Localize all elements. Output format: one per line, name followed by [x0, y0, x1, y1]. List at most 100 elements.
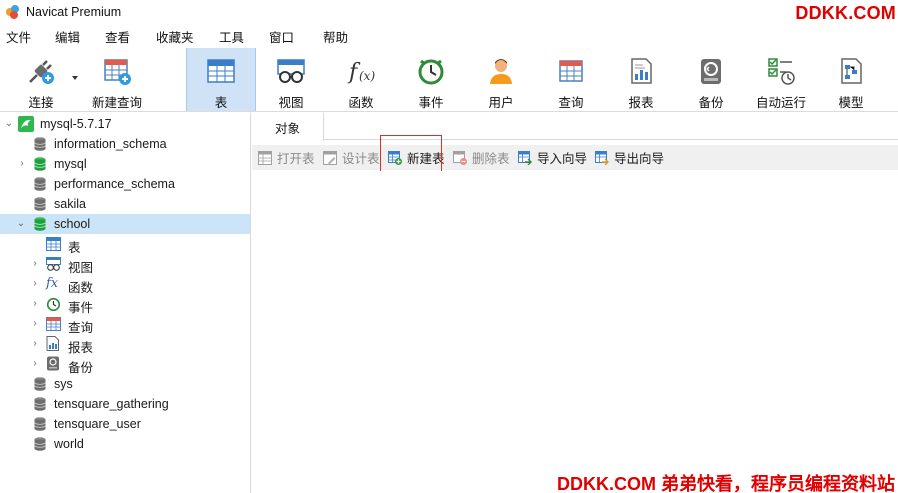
tree-school-events[interactable]: › 事件	[0, 294, 250, 315]
open-table-button[interactable]: 打开表	[258, 145, 315, 170]
toolbar-view-button[interactable]: 视图	[263, 48, 319, 111]
export-wizard-icon	[595, 150, 609, 165]
toolbar-function-label: 函数	[348, 96, 374, 110]
backup-icon	[696, 56, 726, 86]
import-wizard-icon	[518, 150, 532, 165]
toolbar-connection-button[interactable]: 连接	[16, 48, 66, 111]
model-icon	[836, 56, 866, 86]
design-table-icon	[323, 150, 337, 165]
connection-plug-icon	[26, 56, 56, 86]
tree-school-tables[interactable]: 表	[0, 234, 250, 255]
tree-db-performance-schema[interactable]: performance_schema	[0, 174, 250, 194]
tree-school-functions[interactable]: › fx 函数	[0, 274, 250, 295]
table-icon	[46, 237, 61, 254]
toolbar-new-query-label: 新建查询	[91, 96, 142, 110]
toolbar-query-button[interactable]: 查询	[543, 48, 599, 111]
tree-db-tensquare-gathering[interactable]: tensquare_gathering	[0, 394, 250, 414]
object-list-area[interactable]	[252, 171, 898, 493]
toolbar-auto-run-button[interactable]: 自动运行	[751, 48, 811, 111]
tree-db-mysql[interactable]: › mysql	[0, 154, 250, 174]
report-icon	[46, 336, 60, 354]
tab-objects[interactable]: 对象	[252, 113, 324, 141]
toolbar-backup-label: 备份	[698, 96, 724, 110]
tree-db-information-schema[interactable]: information_schema	[0, 134, 250, 154]
tree-school-views[interactable]: › 视图	[0, 254, 250, 275]
chevron-down-icon[interactable]: ⌄	[4, 119, 14, 129]
menu-file[interactable]: 文件	[6, 27, 31, 46]
import-wizard-button[interactable]: 导入向导	[518, 145, 587, 170]
delete-table-icon	[453, 150, 467, 165]
menu-bar: 文件 编辑 查看 收藏夹 工具 窗口 帮助	[0, 25, 898, 47]
tree-school-queries[interactable]: › 查询	[0, 314, 250, 335]
chevron-right-icon[interactable]: ›	[30, 339, 40, 349]
user-icon	[486, 56, 516, 86]
chevron-down-icon[interactable]: ⌄	[16, 219, 26, 229]
design-table-button[interactable]: 设计表	[323, 145, 380, 170]
event-clock-icon	[46, 297, 61, 314]
database-icon	[34, 197, 46, 211]
report-icon	[626, 56, 656, 86]
connection-name: mysql-5.7.17	[40, 117, 112, 131]
new-query-icon	[102, 56, 132, 86]
toolbar-user-button[interactable]: 用户	[473, 48, 529, 111]
toolbar-table-label: 表	[214, 96, 228, 110]
delete-table-label: 删除表	[472, 152, 510, 166]
toolbar-view-label: 视图	[278, 96, 304, 110]
toolbar-event-button[interactable]: 事件	[403, 48, 459, 111]
database-name: information_schema	[54, 137, 167, 151]
connection-dropdown-arrow-icon[interactable]	[72, 76, 78, 80]
toolbar-query-label: 查询	[558, 96, 584, 110]
mysql-connection-icon	[18, 116, 34, 132]
toolbar-report-button[interactable]: 报表	[613, 48, 669, 111]
database-icon	[34, 437, 46, 451]
delete-table-button[interactable]: 删除表	[453, 145, 510, 170]
chevron-right-icon[interactable]: ›	[30, 319, 40, 329]
chevron-right-icon[interactable]: ›	[30, 359, 40, 369]
menu-window[interactable]: 窗口	[269, 27, 294, 46]
chevron-right-icon[interactable]: ›	[30, 279, 40, 289]
toolbar-backup-button[interactable]: 备份	[683, 48, 739, 111]
toolbar-table-button[interactable]: 表	[186, 48, 256, 111]
chevron-right-icon[interactable]: ›	[30, 259, 40, 269]
import-wizard-label: 导入向导	[537, 152, 588, 166]
toolbar-model-button[interactable]: 模型	[823, 48, 879, 111]
open-table-label: 打开表	[277, 152, 315, 166]
tree-db-world[interactable]: world	[0, 434, 250, 454]
tree-connection-mysql[interactable]: ⌄ mysql-5.7.17	[0, 114, 250, 134]
tree-db-school[interactable]: ⌄ school	[0, 214, 250, 234]
database-name: school	[54, 217, 91, 231]
tree-db-tensquare-user[interactable]: tensquare_user	[0, 414, 250, 434]
toolbar-function-button[interactable]: f (x) 函数	[333, 48, 389, 111]
connection-tree: ⌄ mysql-5.7.17 information_schema › mysq…	[0, 113, 251, 493]
database-open-icon	[34, 157, 46, 171]
navicat-logo-icon	[6, 5, 20, 19]
database-icon	[34, 397, 46, 411]
view-icon	[46, 257, 61, 274]
menu-favorites[interactable]: 收藏夹	[156, 27, 194, 46]
table-icon	[206, 56, 236, 86]
new-table-highlight-annotation	[380, 135, 442, 173]
toolbar-connection-label: 连接	[28, 96, 54, 110]
function-icon: fx	[46, 276, 59, 291]
chevron-right-icon[interactable]: ›	[30, 299, 40, 309]
toolbar-event-label: 事件	[418, 96, 444, 110]
tree-db-sakila[interactable]: sakila	[0, 194, 250, 214]
export-wizard-button[interactable]: 导出向导	[595, 145, 664, 170]
database-name: performance_schema	[54, 177, 175, 191]
tree-db-sys[interactable]: sys	[0, 374, 250, 394]
database-open-icon	[34, 217, 46, 231]
function-icon: f (x)	[346, 56, 376, 86]
menu-edit[interactable]: 编辑	[55, 27, 80, 46]
design-table-label: 设计表	[342, 152, 380, 166]
toolbar-new-query-button[interactable]: 新建查询	[88, 48, 146, 111]
tree-school-backups[interactable]: › 备份	[0, 354, 250, 375]
tree-school-reports[interactable]: › 报表	[0, 334, 250, 355]
chevron-right-icon[interactable]: ›	[17, 159, 27, 169]
export-wizard-label: 导出向导	[614, 152, 665, 166]
menu-tools[interactable]: 工具	[219, 27, 244, 46]
object-toolbar: 打开表 设计表 新建表 删除表 导入向导 导出向导	[252, 145, 898, 170]
menu-help[interactable]: 帮助	[323, 27, 348, 46]
database-icon	[34, 417, 46, 431]
toolbar-model-label: 模型	[838, 96, 864, 110]
menu-view[interactable]: 查看	[105, 27, 130, 46]
